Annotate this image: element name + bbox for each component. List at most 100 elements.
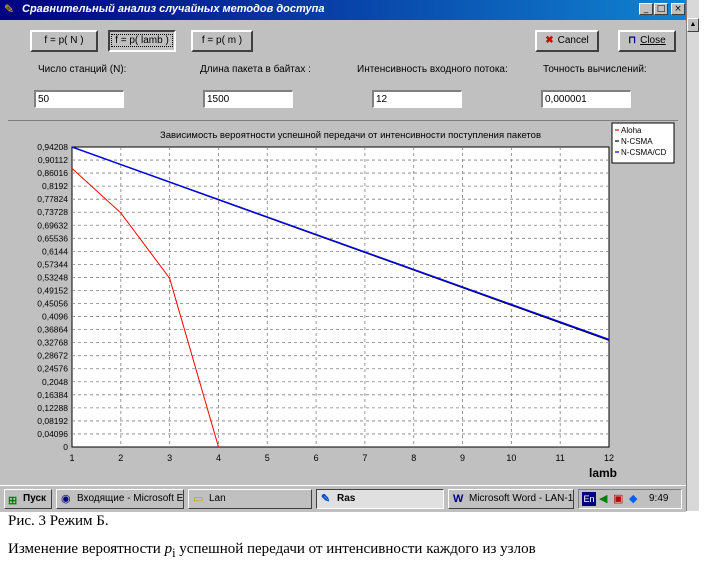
task-lan-label: Lan: [209, 493, 226, 504]
f-of-n-label: f = p( N ): [44, 35, 84, 46]
y-tick-label: 0,86016: [37, 168, 68, 178]
task-word[interactable]: W Microsoft Word - LAN-1....: [448, 489, 574, 509]
task-lan[interactable]: ▭ Lan: [188, 489, 312, 509]
x-tick-label: 3: [167, 453, 172, 463]
x-tick-label: 9: [460, 453, 465, 463]
packet-length-input[interactable]: 1500: [203, 90, 293, 108]
app-window: ✎ Сравнительный анализ случайных методов…: [0, 0, 686, 485]
y-tick-label: 0,28672: [37, 351, 68, 361]
plot-area: [71, 146, 610, 448]
description-variable: p: [164, 541, 173, 557]
figure-description: Изменение вероятности pi успешной переда…: [8, 541, 536, 561]
y-tick-label: 0,04096: [37, 429, 68, 439]
f-of-n-button[interactable]: f = p( N ): [30, 30, 98, 52]
chart-title: Зависимость вероятности успешной передач…: [160, 130, 541, 141]
x-tick-label: 12: [604, 453, 614, 463]
x-tick-label: 8: [411, 453, 416, 463]
y-tick-label: 0,08192: [37, 416, 68, 426]
y-tick-label: 0,36864: [37, 325, 68, 335]
close-window-button[interactable]: ×: [671, 3, 685, 15]
legend-entry: Aloha: [621, 126, 642, 135]
y-tick-label: 0,2048: [42, 377, 68, 387]
antivirus-icon[interactable]: ▣: [613, 492, 623, 506]
accuracy-input[interactable]: 0,000001: [541, 90, 631, 108]
intensity-input[interactable]: 12: [372, 90, 462, 108]
task-inbox[interactable]: ◉ Входящие - Microsoft E...: [56, 489, 184, 509]
app-icon-small: ✎: [321, 493, 331, 505]
stations-input[interactable]: 50: [34, 90, 124, 108]
y-tick-label: 0: [63, 442, 68, 452]
y-tick-label: 0,32768: [37, 338, 68, 348]
y-tick-label: 0,45056: [37, 299, 68, 309]
start-button[interactable]: ⊞ Пуск: [4, 489, 52, 509]
legend-entry: N-CSMA: [621, 137, 653, 146]
f-of-lamb-button[interactable]: f = p( lamb ): [108, 30, 176, 52]
taskbar: ⊞ Пуск ◉ Входящие - Microsoft E... ▭ Lan ✎ R…: [0, 485, 686, 512]
y-tick-label: 0,12288: [37, 403, 68, 413]
y-tick-label: 0,16384: [37, 390, 68, 400]
description-start: Изменение вероятности: [8, 541, 165, 557]
y-tick-label: 0,4096: [42, 312, 68, 322]
app-icon: ✎: [4, 2, 15, 16]
task-word-label: Microsoft Word - LAN-1....: [469, 493, 574, 504]
x-tick-label: 11: [556, 453, 565, 463]
task-inbox-label: Входящие - Microsoft E...: [77, 493, 184, 504]
y-tick-label: 0,6144: [42, 246, 68, 256]
network-icon[interactable]: ◆: [629, 492, 637, 506]
x-tick-label: 4: [216, 453, 221, 463]
figure-caption: Рис. 3 Режим Б.: [8, 513, 109, 529]
y-tick-label: 0,24576: [37, 364, 68, 374]
maximize-button[interactable]: □: [654, 3, 668, 15]
close-button[interactable]: ⊓ Close: [618, 30, 676, 52]
y-tick-label: 0,69632: [37, 220, 68, 230]
y-tick-label: 0,94208: [37, 142, 68, 152]
word-icon: W: [453, 493, 464, 505]
x-tick-label: 2: [118, 453, 123, 463]
speaker-icon[interactable]: ◀: [599, 492, 607, 506]
minimize-button[interactable]: _: [639, 3, 653, 15]
packet-length-label: Длина пакета в байтах :: [200, 64, 311, 75]
folder-icon: ▭: [193, 493, 204, 505]
x-tick-label: 5: [265, 453, 270, 463]
system-tray: En ◀ ▣ ◆ 9:49: [578, 489, 682, 509]
outlook-icon: ◉: [61, 493, 71, 505]
description-end: успешной передачи от интенсивности каждо…: [175, 541, 536, 557]
scroll-up-arrow[interactable]: ▲: [687, 18, 699, 32]
title-bar[interactable]: ✎ Сравнительный анализ случайных методов…: [0, 0, 686, 20]
f-of-m-label: f = p( m ): [201, 35, 243, 46]
legend-entry: N-CSMA/CD: [621, 148, 667, 157]
x-axis-label: lamb: [589, 466, 617, 480]
x-tick-label: 6: [314, 453, 319, 463]
f-of-lamb-label: f = p( lamb ): [111, 34, 173, 47]
probability-chart: Зависимость вероятности успешной передач…: [37, 122, 675, 480]
x-tick-label: 7: [362, 453, 367, 463]
y-tick-label: 0,8192: [42, 181, 68, 191]
start-label: Пуск: [23, 493, 47, 504]
cancel-button[interactable]: ✖ Cancel: [535, 30, 599, 52]
task-ras-label: Ras: [337, 493, 356, 504]
y-tick-label: 0,57344: [37, 259, 68, 269]
cancel-label: Cancel: [557, 35, 589, 46]
cancel-x-icon: ✖: [545, 35, 554, 46]
y-tick-label: 0,65536: [37, 233, 68, 243]
y-tick-label: 0,77824: [37, 194, 68, 204]
door-icon: ⊓: [628, 35, 637, 46]
x-tick-label: 1: [69, 453, 74, 463]
windows-logo-icon: ⊞: [8, 495, 18, 507]
y-tick-label: 0,53248: [37, 272, 68, 282]
x-tick-label: 10: [506, 453, 516, 463]
window-title: Сравнительный анализ случайных методов д…: [22, 3, 325, 15]
language-indicator[interactable]: En: [582, 492, 596, 506]
y-tick-label: 0,90112: [38, 155, 68, 165]
chart-panel: Зависимость вероятности успешной передач…: [8, 120, 678, 481]
y-tick-label: 0,49152: [37, 285, 68, 295]
accuracy-label: Точность вычислений:: [543, 64, 647, 75]
stations-label: Число станций (N):: [38, 64, 127, 75]
intensity-label: Интенсивность входного потока:: [357, 64, 508, 75]
page-scrollbar[interactable]: ▲: [686, 0, 699, 511]
close-label: Close: [640, 35, 666, 46]
clock: 9:49: [649, 493, 669, 504]
y-tick-label: 0,73728: [37, 207, 68, 217]
f-of-m-button[interactable]: f = p( m ): [191, 30, 253, 52]
task-ras[interactable]: ✎ Ras: [316, 489, 444, 509]
